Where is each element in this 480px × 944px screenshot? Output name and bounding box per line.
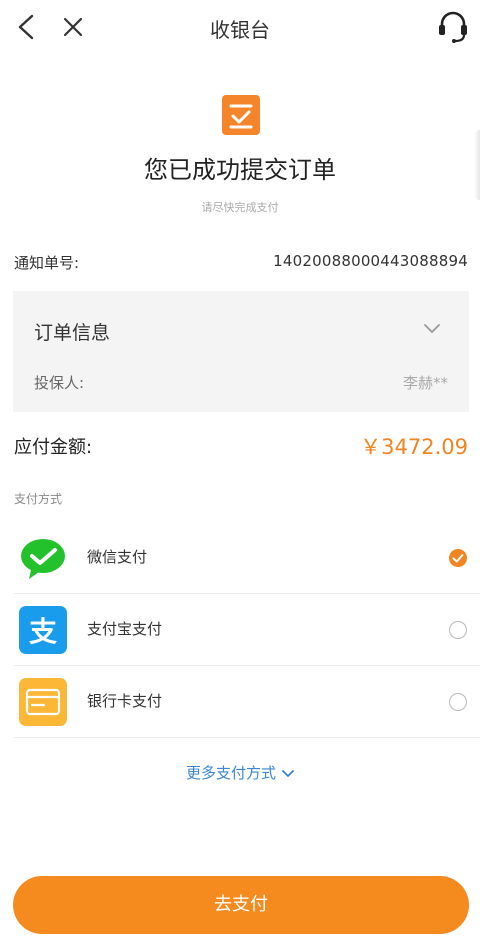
notice-number-label: 通知单号: bbox=[14, 254, 80, 272]
more-payment-methods-link[interactable]: 更多支付方式 bbox=[0, 762, 480, 783]
success-title: 您已成功提交订单 bbox=[144, 156, 336, 184]
svg-text:支: 支 bbox=[29, 615, 57, 648]
payment-option-bank-card[interactable]: 银行卡支付 bbox=[0, 666, 480, 738]
wechat-pay-icon bbox=[19, 534, 67, 582]
order-check-icon bbox=[222, 95, 260, 135]
radio-unchecked[interactable] bbox=[449, 693, 467, 711]
order-info-title: 订单信息 bbox=[34, 322, 111, 344]
alipay-icon: 支 bbox=[19, 606, 67, 654]
payment-option-name: 银行卡支付 bbox=[87, 692, 163, 710]
order-info-panel: 订单信息 投保人: 李赫** bbox=[13, 291, 469, 412]
policyholder-value: 李赫** bbox=[402, 374, 448, 392]
headset-icon[interactable] bbox=[436, 8, 470, 44]
notice-number-value: 14020088000443088894 bbox=[273, 252, 468, 270]
payment-option-name: 微信支付 bbox=[87, 548, 148, 566]
chevron-down-icon[interactable] bbox=[423, 321, 441, 335]
page-title: 收银台 bbox=[210, 18, 270, 42]
more-payment-methods-label: 更多支付方式 bbox=[185, 764, 276, 782]
payment-option-alipay[interactable]: 支 支付宝支付 bbox=[0, 594, 480, 666]
divider bbox=[14, 737, 480, 738]
amount-label: 应付金额: bbox=[14, 437, 93, 458]
go-pay-button[interactable]: 去支付 bbox=[13, 876, 469, 934]
amount-value: ￥3472.09 bbox=[360, 435, 468, 459]
payment-option-name: 支付宝支付 bbox=[87, 620, 163, 638]
payment-option-wechat[interactable]: 微信支付 bbox=[0, 522, 480, 594]
radio-checked[interactable] bbox=[449, 549, 467, 567]
payment-method-label: 支付方式 bbox=[14, 492, 63, 506]
top-bar: 收银台 bbox=[0, 0, 480, 56]
check-icon bbox=[452, 554, 464, 563]
radio-unchecked[interactable] bbox=[449, 621, 467, 639]
bank-card-icon bbox=[19, 678, 67, 726]
chevron-down-icon bbox=[282, 770, 294, 777]
notice-number-row: 通知单号: 14020088000443088894 bbox=[14, 252, 468, 274]
amount-row: 应付金额: ￥3472.09 bbox=[14, 431, 468, 461]
policyholder-label: 投保人: bbox=[34, 374, 85, 392]
success-subtitle: 请尽快完成支付 bbox=[201, 201, 279, 214]
